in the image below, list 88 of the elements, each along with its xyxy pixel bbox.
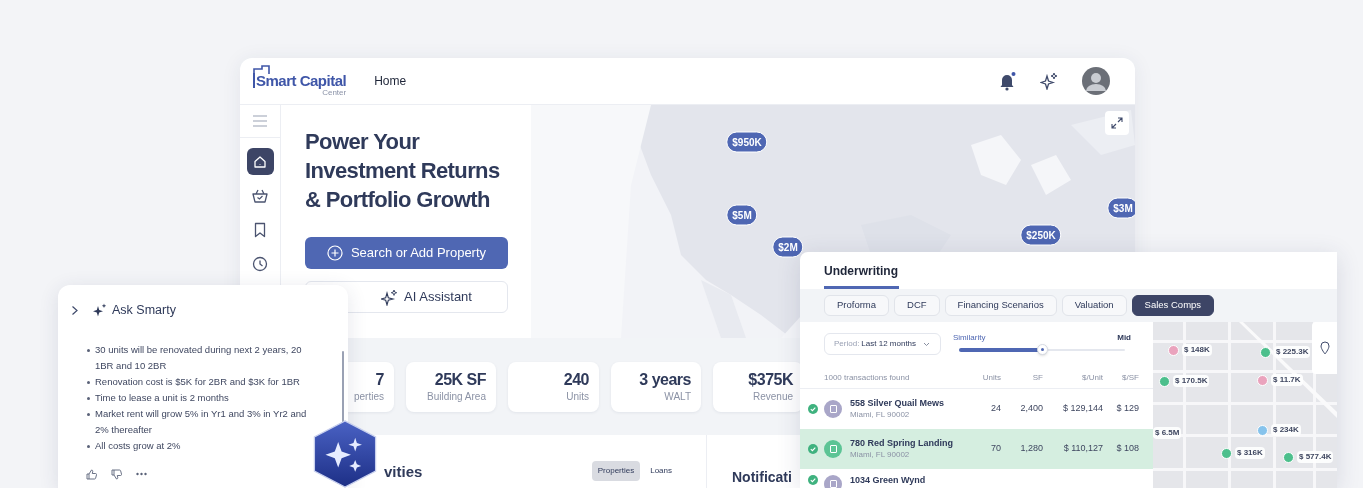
price-label: $ 577.4K bbox=[1297, 451, 1334, 463]
filter-toggle[interactable]: Loans bbox=[644, 461, 678, 481]
table-row[interactable]: 1034 Green Wynd bbox=[800, 469, 1153, 488]
table-cell-text: 70 bbox=[990, 442, 1001, 456]
hero-title-line: Investment Returns bbox=[305, 157, 501, 185]
bullet-text: Renovation cost is $5K for 2BR and $3K for 1BR bbox=[95, 374, 300, 389]
sparkle-icon bbox=[92, 303, 107, 318]
bullet-icon bbox=[87, 348, 90, 352]
period-dropdown[interactable]: Period: Last 12 months bbox=[824, 333, 941, 355]
logo-text: Smart Capital bbox=[253, 73, 347, 88]
section-title: Notificati bbox=[732, 469, 792, 485]
thumbs-down-icon[interactable] bbox=[111, 468, 122, 480]
table-cell-text: $ 110,127 bbox=[1062, 442, 1103, 456]
chevron-down-icon bbox=[923, 341, 931, 347]
column-header: $/Unit bbox=[1081, 371, 1103, 384]
page-title: Home bbox=[374, 73, 407, 90]
price-label: $ 11.7K bbox=[1271, 374, 1303, 386]
table-cell-text: $ 129 bbox=[1115, 402, 1139, 416]
bell-icon[interactable] bbox=[998, 71, 1016, 91]
stat-value: 7 bbox=[375, 370, 384, 390]
price-label: $ 316K bbox=[1235, 447, 1265, 459]
tab[interactable]: DCF bbox=[894, 295, 940, 316]
bullet-text: All costs grow at 2% bbox=[95, 438, 181, 453]
bullet-text: Time to lease a unit is 2 months bbox=[95, 390, 229, 405]
slider-label: Similarity bbox=[953, 333, 986, 343]
filter-toggle[interactable]: Properties bbox=[591, 461, 641, 481]
column-header: Units bbox=[981, 371, 1001, 384]
hero-title-line: Power Your bbox=[305, 128, 421, 156]
bullet-icon bbox=[87, 380, 90, 384]
hero-title-line: & Portfolio Growth bbox=[305, 186, 491, 214]
stat-label: Revenue bbox=[752, 390, 793, 403]
stat-value: 3 years bbox=[639, 370, 691, 390]
stat-label: Units bbox=[566, 390, 589, 403]
sidebar-item[interactable] bbox=[246, 148, 274, 175]
scrollbar[interactable] bbox=[342, 351, 344, 423]
stat-label: perties bbox=[354, 390, 384, 403]
section-title: vities bbox=[384, 462, 423, 482]
bullet-icon bbox=[87, 444, 90, 448]
price-label: $ 225.3K bbox=[1274, 346, 1311, 358]
map-pin-button[interactable] bbox=[1312, 322, 1337, 374]
stat-value: 240 bbox=[563, 370, 589, 390]
search-add-property-button[interactable]: Search or Add Property bbox=[305, 237, 508, 269]
price-label: $ 170.5K bbox=[1173, 375, 1210, 387]
price-label: $ 234K bbox=[1271, 424, 1301, 436]
bullet-text: Market rent will grow 5% in Yr1 and 3% in Yr2 and 2% thereafter bbox=[95, 406, 308, 437]
panel-title: Ask Smarty bbox=[112, 302, 176, 319]
stat-value: $375K bbox=[748, 370, 793, 390]
expand-button[interactable] bbox=[1105, 111, 1129, 135]
tab[interactable]: Financing Scenarios bbox=[944, 295, 1057, 316]
plus-circle-icon bbox=[326, 245, 343, 261]
map-pin-icon bbox=[1319, 341, 1330, 355]
column-header: 1000 transactions found bbox=[823, 371, 911, 384]
table-row[interactable]: 780 Red Spring Landing Miami, FL 90002 70 1,280 $ 110,127 $ 108 bbox=[800, 429, 1153, 469]
bullet-icon bbox=[87, 396, 90, 400]
stat-label: WALT bbox=[664, 390, 691, 403]
property-name: 1034 Green Wynd bbox=[850, 475, 927, 486]
logo-subtext: Center bbox=[322, 89, 347, 97]
property-name: 780 Red Spring Landing bbox=[850, 438, 954, 449]
stat-label: Building Area bbox=[427, 390, 486, 403]
expand-icon bbox=[1111, 117, 1123, 129]
tab[interactable]: Proforma bbox=[824, 295, 890, 316]
bullet-icon bbox=[87, 412, 90, 416]
slider-thumb[interactable] bbox=[1037, 344, 1048, 355]
avatar-icon[interactable] bbox=[1082, 67, 1110, 95]
property-name: 558 Silver Quail Mews bbox=[850, 398, 946, 409]
chevron-right-icon[interactable] bbox=[71, 304, 79, 316]
property-address: Miami, FL 90002 bbox=[850, 409, 911, 420]
column-header: SF bbox=[1031, 371, 1043, 384]
clock-icon bbox=[251, 254, 269, 273]
price-label: $ 6.5M bbox=[1153, 427, 1182, 439]
column-header: $/SF bbox=[1121, 371, 1139, 384]
stat-value: 25K SF bbox=[434, 370, 486, 390]
logo[interactable]: Smart Capital Center bbox=[253, 65, 351, 97]
more-icon[interactable] bbox=[136, 472, 147, 477]
price-label: $ 148K bbox=[1182, 344, 1212, 356]
table-cell-text: 2,400 bbox=[1019, 402, 1043, 416]
table-cell-text: 24 bbox=[990, 402, 1001, 416]
table-cell-text: $ 108 bbox=[1115, 442, 1139, 456]
sparkle-icon bbox=[381, 288, 399, 306]
table-cell-text: $ 129,144 bbox=[1061, 402, 1103, 416]
tab[interactable]: Valuation bbox=[1061, 295, 1127, 316]
slider-reading: Mid bbox=[1117, 333, 1131, 343]
table-cell-text: 1,280 bbox=[1019, 442, 1043, 456]
bullet-text: 30 units will be renovated during next 2 years, 20 1BR and 10 2BR bbox=[95, 342, 303, 373]
sparkle-icon[interactable] bbox=[1040, 72, 1058, 90]
tab[interactable]: Sales Comps bbox=[1131, 295, 1215, 316]
property-address: Miami, FL 90002 bbox=[850, 449, 911, 460]
thumbs-up-icon[interactable] bbox=[86, 468, 97, 480]
